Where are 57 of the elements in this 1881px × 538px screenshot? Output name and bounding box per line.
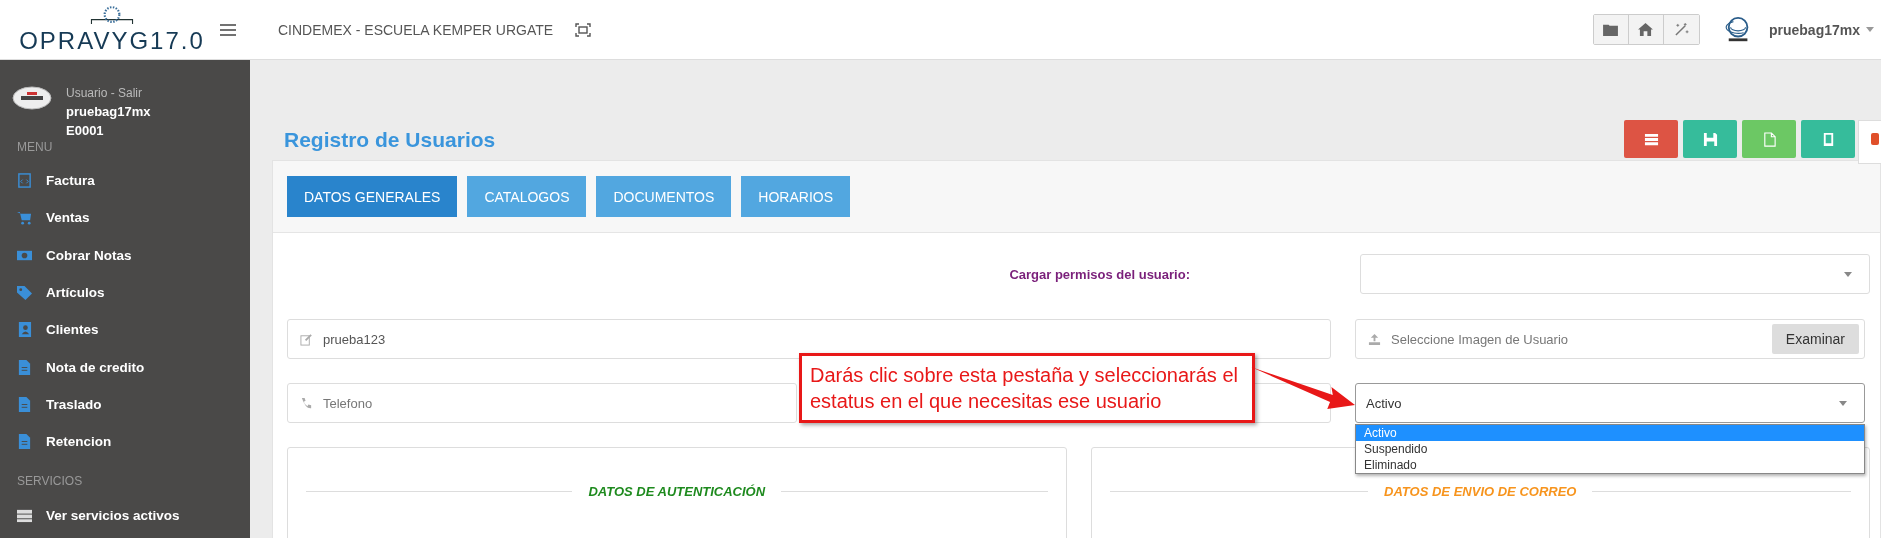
sidebar-item[interactable]: Nota de credito xyxy=(0,348,250,386)
sidebar-item[interactable]: Artículos xyxy=(0,273,250,312)
phone-field[interactable]: Telefono xyxy=(287,383,797,423)
fullscreen-icon[interactable] xyxy=(575,22,592,37)
home-button[interactable] xyxy=(1628,15,1664,44)
dropdown-arrow-icon xyxy=(1839,401,1847,406)
tablet-button[interactable] xyxy=(1801,120,1855,158)
username: pruebag17mx xyxy=(66,104,151,119)
save-button[interactable] xyxy=(1683,120,1737,158)
user-menu[interactable]: pruebag17mx xyxy=(1768,21,1860,38)
dropdown-arrow-icon xyxy=(1844,272,1852,277)
folder-icon xyxy=(1603,23,1619,36)
sidebar-item[interactable]: Retencion xyxy=(0,423,250,461)
side-tab[interactable] xyxy=(1858,120,1881,164)
cart-icon xyxy=(17,210,32,226)
tag-icon xyxy=(17,285,32,301)
sidebar-item[interactable]: Cobrar Notas xyxy=(0,236,250,274)
section-title: DATOS DE ENVIO DE CORREO xyxy=(1384,484,1577,499)
tab[interactable]: DATOS GENERALES xyxy=(287,176,458,217)
sidebar-item[interactable]: Traslado xyxy=(0,385,250,424)
caret-icon[interactable] xyxy=(1866,27,1874,32)
contact-book-icon xyxy=(17,322,32,338)
upload-icon xyxy=(1368,332,1381,346)
magic-wand-icon xyxy=(1673,23,1689,36)
home-icon xyxy=(1638,23,1654,36)
document-icon xyxy=(17,359,32,375)
section-title: DATOS DE AUTENTICACIÓN xyxy=(588,484,766,499)
company-name: CINDEMEX - ESCUELA KEMPER URGATE xyxy=(278,21,554,38)
sidebar-item[interactable]: Ventas xyxy=(0,199,250,237)
section-heading: MENU xyxy=(16,139,54,156)
user-links[interactable]: Usuario - Salir xyxy=(66,86,151,100)
annotation-tooltip: Darás clic sobre esta pestaña y seleccionarás el estatus en el que necesitas ese usuario xyxy=(799,353,1255,423)
dropdown-option[interactable]: Suspendido xyxy=(1356,441,1864,457)
sidebar-item[interactable]: Ver servicios activos xyxy=(0,496,250,534)
folder-button[interactable] xyxy=(1593,15,1629,44)
status-select[interactable]: Activo xyxy=(1355,383,1865,423)
list-icon xyxy=(1643,131,1659,147)
user-avatar xyxy=(12,86,52,110)
server-icon xyxy=(17,507,32,523)
document-icon xyxy=(17,396,32,412)
logo: OPRAVYG17.0 xyxy=(12,0,212,59)
user-code: E0001 xyxy=(66,123,105,138)
menu-icon[interactable] xyxy=(220,23,236,36)
permissions-label: Cargar permisos del usuario: xyxy=(1009,266,1190,282)
document-icon xyxy=(17,173,32,189)
document-icon xyxy=(17,434,32,450)
browse-button[interactable]: Examinar xyxy=(1771,324,1859,354)
image-upload-field[interactable]: Seleccione Imagen de Usuario Examinar xyxy=(1355,319,1865,359)
file-icon xyxy=(1761,131,1777,147)
edit-icon xyxy=(300,332,313,346)
sidebar-item[interactable]: Clientes xyxy=(0,311,250,349)
sidebar-item[interactable]: Factura xyxy=(0,162,250,200)
page-title: Registro de Usuarios xyxy=(284,128,497,152)
phone-icon xyxy=(300,396,313,410)
dropdown-option[interactable]: Eliminado xyxy=(1356,457,1864,473)
section-heading: SERVICIOS xyxy=(16,473,84,491)
list-button[interactable] xyxy=(1624,120,1678,158)
